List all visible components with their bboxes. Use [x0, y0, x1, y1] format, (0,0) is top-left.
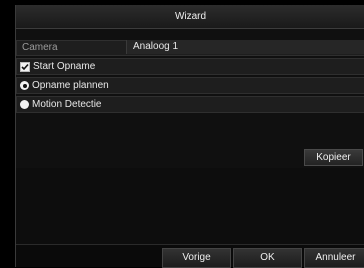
annuleer-button[interactable]: Annuleer — [304, 248, 364, 268]
start-opname-option[interactable]: Start Opname — [16, 58, 364, 75]
radio-selected-dot — [22, 83, 27, 88]
motion-detectie-radio[interactable] — [20, 100, 29, 109]
motion-detectie-label: Motion Detectie — [32, 99, 102, 110]
kopieer-button[interactable]: Kopieer — [304, 149, 363, 166]
wizard-window: Wizard Camera Analoog 1 Start Opname Opn… — [15, 5, 364, 268]
wizard-content: Camera Analoog 1 Start Opname Opname pla… — [16, 40, 364, 267]
start-opname-label: Start Opname — [33, 61, 96, 72]
opname-plannen-option[interactable]: Opname plannen — [16, 77, 364, 94]
ok-button[interactable]: OK — [233, 248, 302, 268]
motion-detectie-option[interactable]: Motion Detectie — [16, 96, 364, 113]
window-title: Wizard — [16, 5, 364, 29]
camera-select[interactable]: Analoog 1 — [126, 40, 364, 54]
vorige-button[interactable]: Vorige — [162, 248, 231, 268]
checkmark-icon — [21, 63, 29, 70]
opname-plannen-label: Opname plannen — [32, 80, 109, 91]
camera-label: Camera — [22, 42, 58, 53]
opname-plannen-radio[interactable] — [20, 81, 29, 90]
schedule-panel — [16, 168, 364, 246]
start-opname-checkbox[interactable] — [20, 61, 30, 72]
camera-row: Camera Analoog 1 — [16, 40, 364, 56]
wizard-footer: Vorige OK Annuleer — [16, 244, 364, 268]
